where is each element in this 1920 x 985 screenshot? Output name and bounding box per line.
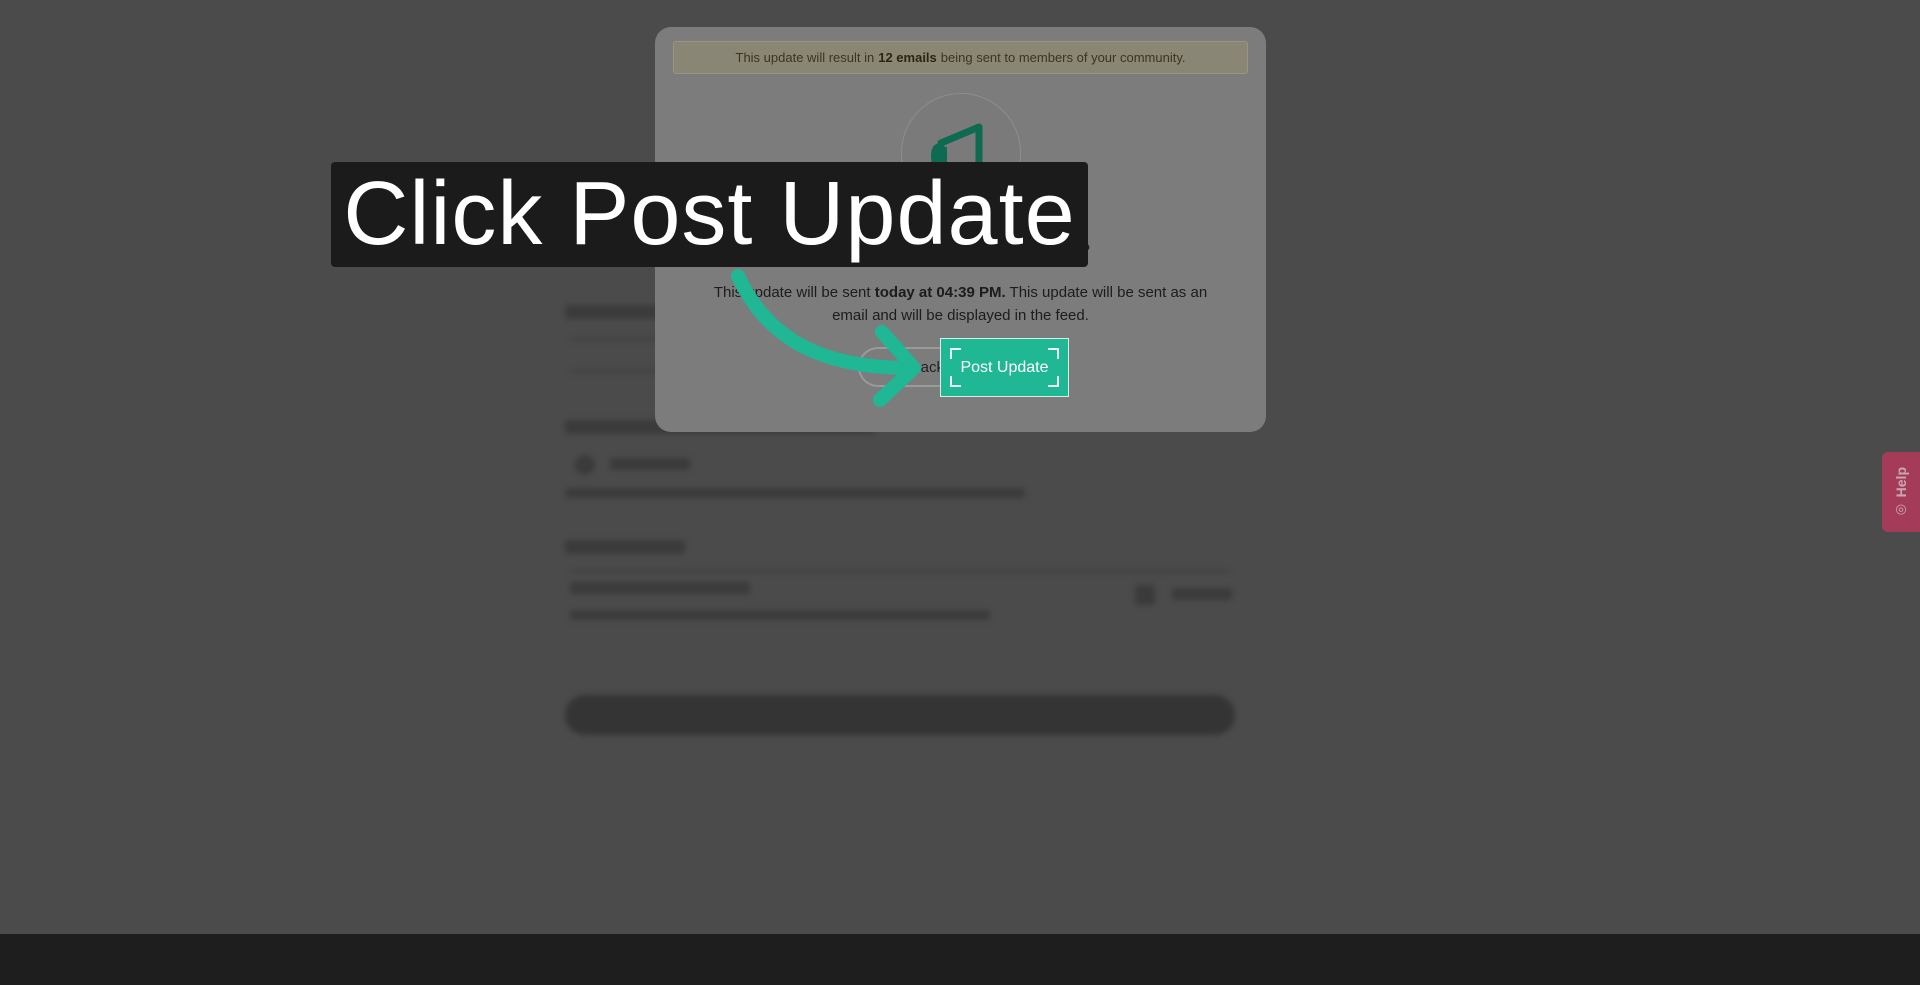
footer [0, 934, 1920, 985]
footer-copyright [262, 952, 266, 969]
email-notice: This update will result in 12 emails bei… [673, 41, 1248, 74]
lifebuoy-icon: ◎ [1895, 501, 1907, 517]
post-update-label: Post Update [960, 358, 1049, 376]
body-text-before: This update will be sent [713, 284, 871, 301]
highlight-corner-icon [1048, 376, 1059, 387]
highlight-corner-icon [1048, 348, 1059, 359]
highlight-corner-icon [950, 348, 961, 359]
notice-email-count: 12 emails [878, 50, 937, 65]
post-update-button[interactable]: Post Update [940, 338, 1069, 397]
help-tab[interactable]: Help ◎ [1882, 452, 1920, 532]
modal-body: This update will be sent today at 04:39 … [695, 281, 1226, 327]
send-time: today at 04:39 PM. [874, 284, 1006, 301]
tutorial-tooltip: Click Post Update [331, 162, 1088, 267]
highlight-corner-icon [950, 376, 961, 387]
notice-text-after: being sent to members of your community. [940, 50, 1186, 65]
help-label: Help [1893, 466, 1909, 498]
tooltip-text: Click Post Update [343, 164, 1076, 264]
notice-text-before: This update will result in [735, 50, 875, 65]
